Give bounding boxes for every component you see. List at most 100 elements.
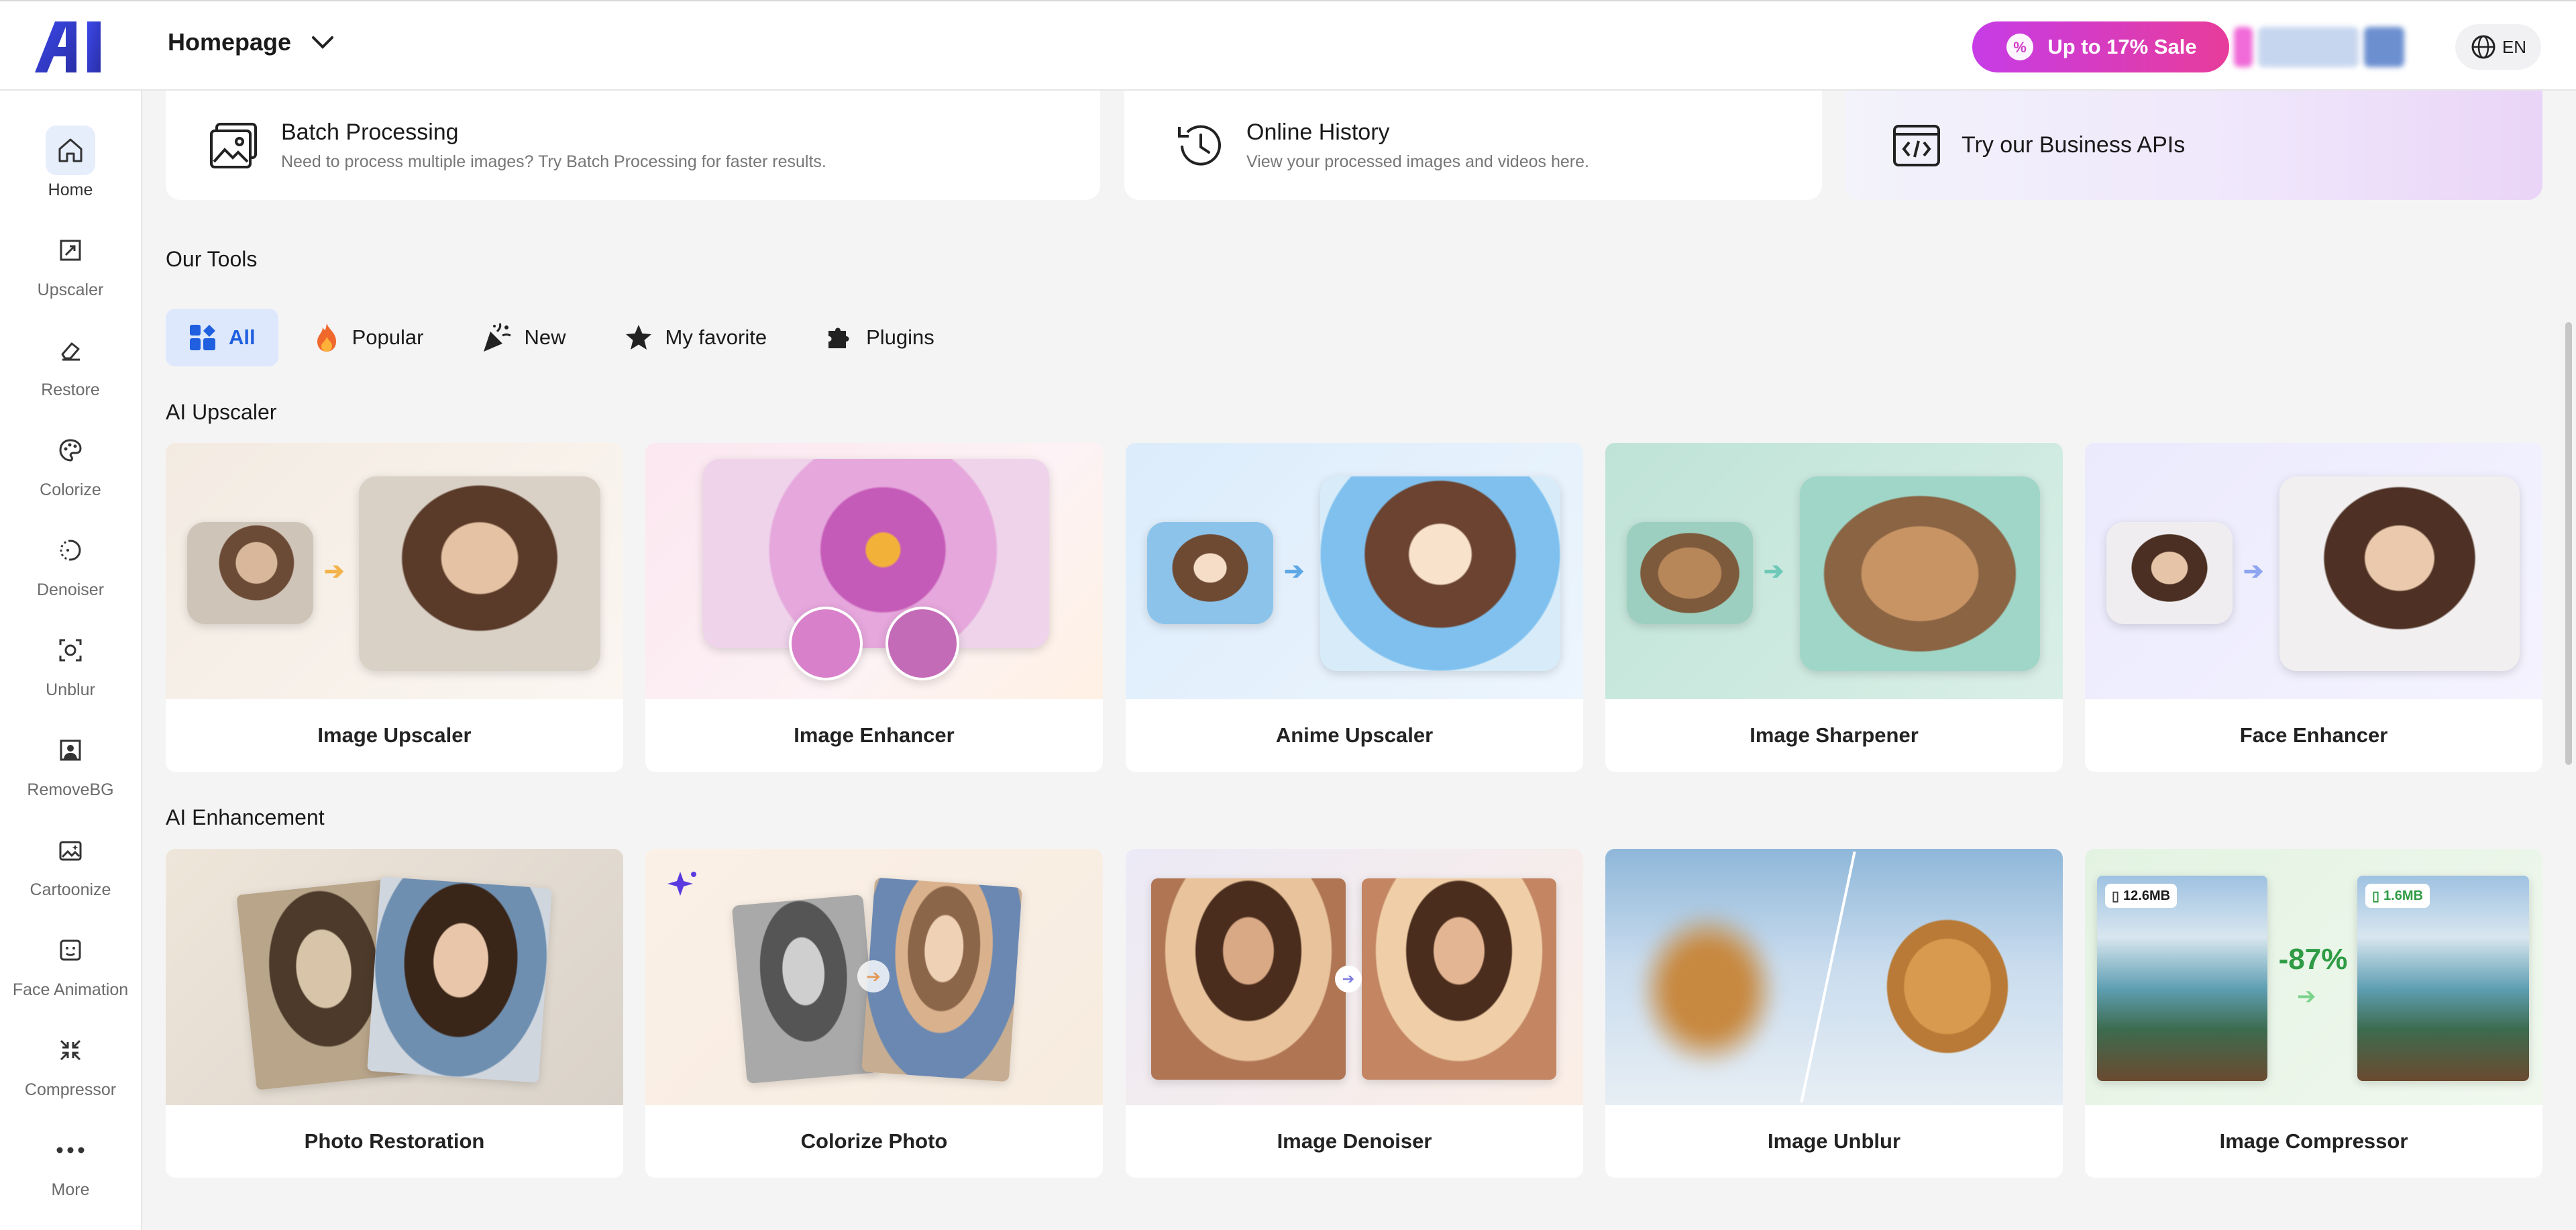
business-api-card[interactable]: Try our Business APIs — [1845, 91, 2542, 200]
section-title-ai-enhancement: AI Enhancement — [166, 805, 325, 829]
top-bar: Homepage % Up to 17% Sale EN — [0, 0, 2576, 91]
sidebar-item-upscaler[interactable]: Upscaler — [0, 225, 141, 319]
denoise-icon — [46, 525, 95, 575]
file-size-before: 12.6MB — [2123, 888, 2171, 903]
language-label: EN — [2502, 36, 2527, 57]
sidebar-item-removebg[interactable]: RemoveBG — [0, 725, 141, 819]
online-history-title: Online History — [1246, 119, 1390, 145]
compress-icon — [46, 1025, 95, 1075]
compression-percent: -87% — [2278, 943, 2348, 976]
sidebar-item-face-animation[interactable]: Face Animation — [0, 925, 141, 1019]
chevron-down-icon — [312, 36, 334, 49]
tool-card-image-upscaler[interactable]: ➔ Image Upscaler — [166, 443, 623, 772]
sidebar-item-label: RemoveBG — [27, 780, 114, 799]
tool-card-label: Anime Upscaler — [1275, 723, 1434, 747]
business-api-title: Try our Business APIs — [1962, 132, 2186, 158]
sidebar-item-unblur[interactable]: Unblur — [0, 625, 141, 719]
sidebar-item-label: Restore — [41, 380, 100, 399]
tool-card-label: Image Sharpener — [1750, 723, 1919, 747]
our-tools-heading: Our Tools — [166, 247, 258, 271]
upscaler-icon — [46, 225, 95, 275]
sidebar-item-label: Cartoonize — [30, 880, 111, 899]
colorize-photo-preview: ➔ — [645, 849, 1103, 1105]
sidebar-item-label: Face Animation — [12, 980, 129, 999]
batch-processing-title: Batch Processing — [281, 119, 459, 145]
tool-card-photo-restoration[interactable]: Photo Restoration — [166, 849, 623, 1178]
history-icon — [1178, 125, 1221, 166]
filter-tab-popular[interactable]: Popular — [290, 309, 447, 366]
focus-icon — [46, 625, 95, 675]
palette-icon — [46, 425, 95, 475]
image-sharpener-preview: ➔ — [1605, 443, 2063, 699]
tool-card-image-denoiser[interactable]: ➔ Image Denoiser — [1126, 849, 1583, 1178]
sidebar-item-home[interactable]: Home — [0, 125, 141, 219]
sidebar-item-more[interactable]: More — [0, 1125, 141, 1219]
sidebar-item-compressor[interactable]: Compressor — [0, 1025, 141, 1119]
file-size-badge-after: ▯ 1.6MB — [2365, 884, 2430, 908]
sidebar-item-denoiser[interactable]: Denoiser — [0, 525, 141, 619]
tool-card-image-compressor[interactable]: ▯ 12.6MB ▯ 1.6MB -87% ➔ Image Compressor — [2085, 849, 2542, 1178]
sale-button[interactable]: % Up to 17% Sale — [1972, 21, 2229, 72]
tool-filter-tabs: All Popular New My favorite Plugins — [166, 309, 957, 366]
section-title-ai-upscaler: AI Upscaler — [166, 400, 277, 424]
batch-images-icon — [210, 122, 257, 168]
sidebar-item-label: Upscaler — [37, 280, 104, 299]
filter-tab-plugins[interactable]: Plugins — [802, 309, 957, 366]
tool-card-label: Image Compressor — [2219, 1129, 2408, 1153]
sidebar-item-label: More — [51, 1180, 90, 1199]
image-denoiser-preview: ➔ — [1126, 849, 1583, 1105]
tool-card-label: Image Upscaler — [317, 723, 472, 747]
file-size-badge-before: ▯ 12.6MB — [2105, 884, 2178, 908]
star-icon — [625, 325, 651, 350]
eraser-icon — [46, 325, 95, 375]
anime-upscaler-preview: ➔ — [1126, 443, 1583, 699]
page-select-dropdown[interactable]: Homepage — [168, 28, 334, 56]
arrow-right-icon: ➔ — [857, 960, 890, 992]
party-icon — [484, 323, 512, 352]
batch-processing-subtitle: Need to process multiple images? Try Bat… — [281, 152, 826, 171]
home-icon — [46, 125, 95, 175]
puzzle-icon — [828, 327, 849, 348]
app-logo-icon[interactable] — [35, 21, 113, 72]
tool-card-label: Image Enhancer — [794, 723, 955, 747]
fire-icon — [317, 323, 336, 352]
language-button[interactable]: EN — [2455, 24, 2541, 70]
face-icon — [46, 925, 95, 975]
tool-card-label: Photo Restoration — [304, 1129, 485, 1153]
sale-label: Up to 17% Sale — [2047, 35, 2197, 58]
filter-tab-my-favorite[interactable]: My favorite — [601, 309, 790, 366]
batch-processing-card[interactable]: Batch Processing Need to process multipl… — [166, 91, 1100, 200]
filter-tab-all[interactable]: All — [166, 309, 278, 366]
file-icon: ▯ — [2112, 888, 2120, 904]
sidebar-item-colorize[interactable]: Colorize — [0, 425, 141, 519]
tool-card-face-enhancer[interactable]: ➔ Face Enhancer — [2085, 443, 2542, 772]
face-enhancer-preview: ➔ — [2085, 443, 2542, 699]
sidebar-item-label: Colorize — [40, 480, 101, 499]
filter-tab-label: My favorite — [665, 325, 767, 349]
sidebar-item-cartoonize[interactable]: Cartoonize — [0, 825, 141, 919]
sidebar: Home Upscaler Restore Colorize Denoiser … — [0, 91, 142, 1230]
tool-card-image-sharpener[interactable]: ➔ Image Sharpener — [1605, 443, 2063, 772]
tool-card-label: Colorize Photo — [800, 1129, 948, 1153]
arrow-right-icon: ➔ — [1335, 966, 1362, 992]
portrait-icon — [46, 725, 95, 775]
image-enhancer-preview — [645, 443, 1103, 699]
filter-tab-new[interactable]: New — [458, 309, 588, 366]
blurred-account-area[interactable] — [2234, 21, 2435, 72]
tool-card-colorize-photo[interactable]: ➔ Colorize Photo — [645, 849, 1103, 1178]
file-icon: ▯ — [2372, 888, 2380, 904]
sidebar-item-label: Unblur — [46, 680, 95, 699]
image-unblur-preview — [1605, 849, 2063, 1105]
sparkle-icon — [667, 872, 696, 896]
image-sparkle-icon — [46, 825, 95, 875]
page-scrollbar[interactable] — [2565, 322, 2572, 765]
tool-card-image-unblur[interactable]: Image Unblur — [1605, 849, 2063, 1178]
online-history-card[interactable]: Online History View your processed image… — [1124, 91, 1822, 200]
sidebar-item-label: Denoiser — [36, 580, 105, 599]
tool-card-image-enhancer[interactable]: Image Enhancer — [645, 443, 1103, 772]
grid-icon — [190, 325, 215, 350]
filter-tab-label: New — [524, 325, 566, 349]
code-icon — [1893, 124, 1940, 166]
tool-card-anime-upscaler[interactable]: ➔ Anime Upscaler — [1126, 443, 1583, 772]
sidebar-item-restore[interactable]: Restore — [0, 325, 141, 419]
